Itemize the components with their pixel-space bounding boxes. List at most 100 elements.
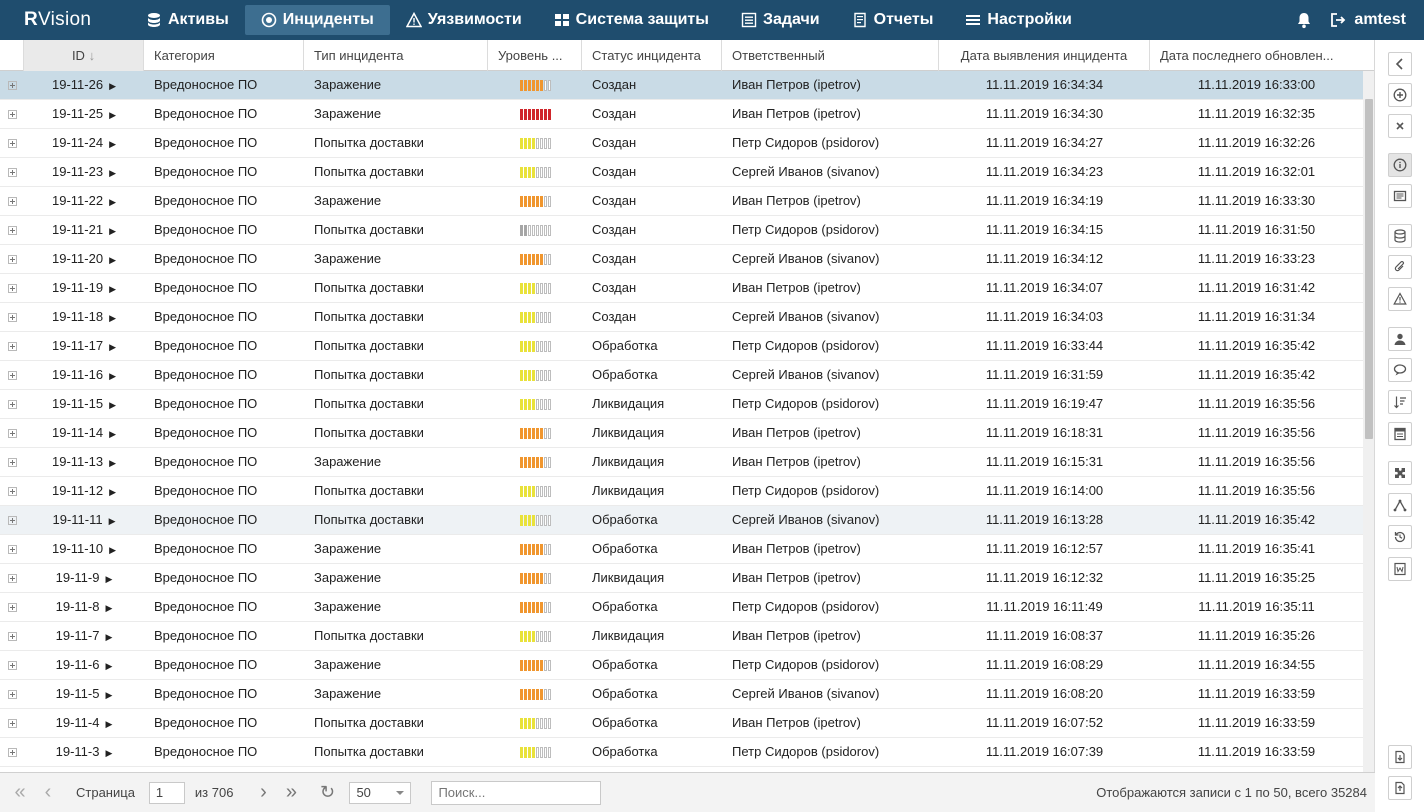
import-icon[interactable] [1388, 776, 1412, 800]
nav-protection-system[interactable]: Система защиты [538, 5, 725, 35]
caret-right-icon[interactable]: ▶ [105, 710, 112, 737]
row-expand-button[interactable] [0, 448, 24, 476]
table-row[interactable]: 19-11-4 ▶ Вредоносное ПО Попытка доставки Об… [0, 709, 1363, 738]
info-icon[interactable] [1388, 153, 1412, 177]
header-category[interactable]: Категория [144, 40, 304, 71]
table-row[interactable]: 19-11-24 ▶ Вредоносное ПО Попытка доставки С… [0, 129, 1363, 158]
caret-right-icon[interactable]: ▶ [109, 536, 116, 563]
table-row[interactable]: 19-11-25 ▶ Вредоносное ПО Заражение Создан Ив… [0, 100, 1363, 129]
caret-right-icon[interactable]: ▶ [109, 420, 116, 447]
scrollbar-thumb[interactable] [1365, 99, 1373, 439]
page-number-input[interactable]: 1 [148, 781, 185, 804]
nav-assets[interactable]: Активы [130, 5, 245, 35]
row-expand-button[interactable] [0, 680, 24, 708]
row-expand-button[interactable] [0, 274, 24, 302]
row-expand-button[interactable] [0, 303, 24, 331]
table-row[interactable]: 19-11-18 ▶ Вредоносное ПО Попытка доставки С… [0, 303, 1363, 332]
caret-right-icon[interactable]: ▶ [109, 159, 116, 186]
table-row[interactable]: 19-11-11 ▶ Вредоносное ПО Попытка доставки О… [0, 506, 1363, 535]
table-row[interactable]: 19-11-19 ▶ Вредоносное ПО Попытка доставки С… [0, 274, 1363, 303]
first-page-button[interactable]: « [12, 781, 28, 804]
caret-right-icon[interactable]: ▶ [109, 101, 116, 128]
bell-icon[interactable] [1296, 12, 1312, 29]
caret-right-icon[interactable]: ▶ [105, 623, 112, 650]
header-level[interactable]: Уровень ... [488, 40, 582, 71]
row-expand-button[interactable] [0, 216, 24, 244]
row-expand-button[interactable] [0, 506, 24, 534]
caret-right-icon[interactable]: ▶ [109, 130, 116, 157]
table-row[interactable]: 19-11-20 ▶ Вредоносное ПО Заражение Создан Се… [0, 245, 1363, 274]
row-expand-button[interactable] [0, 390, 24, 418]
table-row[interactable]: 19-11-16 ▶ Вредоносное ПО Попытка доставки О… [0, 361, 1363, 390]
table-row[interactable]: 19-11-22 ▶ Вредоносное ПО Заражение Создан Ив… [0, 187, 1363, 216]
row-expand-button[interactable] [0, 622, 24, 650]
row-expand-button[interactable] [0, 709, 24, 737]
table-row[interactable]: 19-11-14 ▶ Вредоносное ПО Попытка доставки Л… [0, 419, 1363, 448]
table-row[interactable]: 19-11-17 ▶ Вредоносное ПО Попытка доставки О… [0, 332, 1363, 361]
row-expand-button[interactable] [0, 477, 24, 505]
caret-right-icon[interactable]: ▶ [105, 565, 112, 592]
caret-right-icon[interactable]: ▶ [109, 304, 116, 331]
next-page-button[interactable]: › [255, 781, 271, 804]
row-expand-button[interactable] [0, 158, 24, 186]
caret-right-icon[interactable]: ▶ [109, 478, 116, 505]
table-row[interactable]: 19-11-21 ▶ Вредоносное ПО Попытка доставки С… [0, 216, 1363, 245]
vertical-scrollbar[interactable] [1363, 71, 1374, 772]
caret-right-icon[interactable]: ▶ [105, 739, 112, 766]
last-page-button[interactable]: » [283, 781, 299, 804]
table-row[interactable]: 19-11-7 ▶ Вредоносное ПО Попытка доставки Ли… [0, 622, 1363, 651]
person-icon[interactable] [1388, 327, 1412, 351]
table-row[interactable]: 19-11-23 ▶ Вредоносное ПО Попытка доставки С… [0, 158, 1363, 187]
caret-right-icon[interactable]: ▶ [105, 652, 112, 679]
user-menu[interactable]: amtest [1330, 11, 1406, 29]
row-expand-button[interactable] [0, 564, 24, 592]
export-icon[interactable] [1388, 745, 1412, 769]
row-expand-button[interactable] [0, 419, 24, 447]
database-icon[interactable] [1388, 224, 1412, 248]
row-expand-button[interactable] [0, 245, 24, 273]
close-icon[interactable] [1388, 114, 1412, 138]
word-icon[interactable] [1388, 557, 1412, 581]
comment-icon[interactable] [1388, 358, 1412, 382]
row-expand-button[interactable] [0, 71, 24, 99]
history-icon[interactable] [1388, 525, 1412, 549]
row-expand-button[interactable] [0, 593, 24, 621]
nav-incidents[interactable]: Инциденты [244, 5, 390, 35]
add-icon[interactable] [1388, 83, 1412, 107]
row-expand-button[interactable] [0, 535, 24, 563]
caret-right-icon[interactable]: ▶ [109, 449, 116, 476]
header-responsible[interactable]: Ответственный [722, 40, 939, 71]
caret-right-icon[interactable]: ▶ [109, 72, 116, 99]
table-row[interactable]: 19-11-3 ▶ Вредоносное ПО Попытка доставки Об… [0, 738, 1363, 767]
caret-right-icon[interactable]: ▶ [109, 188, 116, 215]
header-status[interactable]: Статус инцидента [582, 40, 722, 71]
warning-icon[interactable] [1388, 287, 1412, 311]
prev-page-button[interactable]: ‹ [40, 781, 56, 804]
table-row[interactable]: 19-11-26 ▶ Вредоносное ПО Заражение Создан Ив… [0, 71, 1363, 100]
caret-right-icon[interactable]: ▶ [109, 507, 116, 534]
row-expand-button[interactable] [0, 129, 24, 157]
attachment-icon[interactable] [1388, 255, 1412, 279]
graph-icon[interactable] [1388, 493, 1412, 517]
row-expand-button[interactable] [0, 361, 24, 389]
caret-right-icon[interactable]: ▶ [109, 362, 116, 389]
table-row[interactable]: 19-11-5 ▶ Вредоносное ПО Заражение Обработка… [0, 680, 1363, 709]
table-row[interactable]: 19-11-6 ▶ Вредоносное ПО Заражение Обработка… [0, 651, 1363, 680]
refresh-icon[interactable]: ↻ [319, 782, 335, 803]
header-detected[interactable]: Дата выявления инцидента [939, 40, 1150, 71]
nav-settings[interactable]: Настройки [949, 5, 1087, 35]
table-row[interactable]: 19-11-15 ▶ Вредоносное ПО Попытка доставки Л… [0, 390, 1363, 419]
caret-right-icon[interactable]: ▶ [105, 594, 112, 621]
card-icon[interactable] [1388, 184, 1412, 208]
row-expand-button[interactable] [0, 738, 24, 766]
page-size-select[interactable]: 50 [349, 781, 412, 804]
table-row[interactable]: 19-11-8 ▶ Вредоносное ПО Заражение Обработка… [0, 593, 1363, 622]
search-input[interactable] [431, 780, 602, 805]
nav-reports[interactable]: Отчеты [836, 5, 950, 35]
app-logo[interactable]: RVision [0, 9, 130, 31]
table-row[interactable]: 19-11-13 ▶ Вредоносное ПО Заражение Ликвидац… [0, 448, 1363, 477]
row-expand-button[interactable] [0, 651, 24, 679]
table-row[interactable]: 19-11-12 ▶ Вредоносное ПО Попытка доставки Л… [0, 477, 1363, 506]
caret-right-icon[interactable]: ▶ [109, 391, 116, 418]
header-id[interactable]: ID ↓ [24, 40, 144, 71]
